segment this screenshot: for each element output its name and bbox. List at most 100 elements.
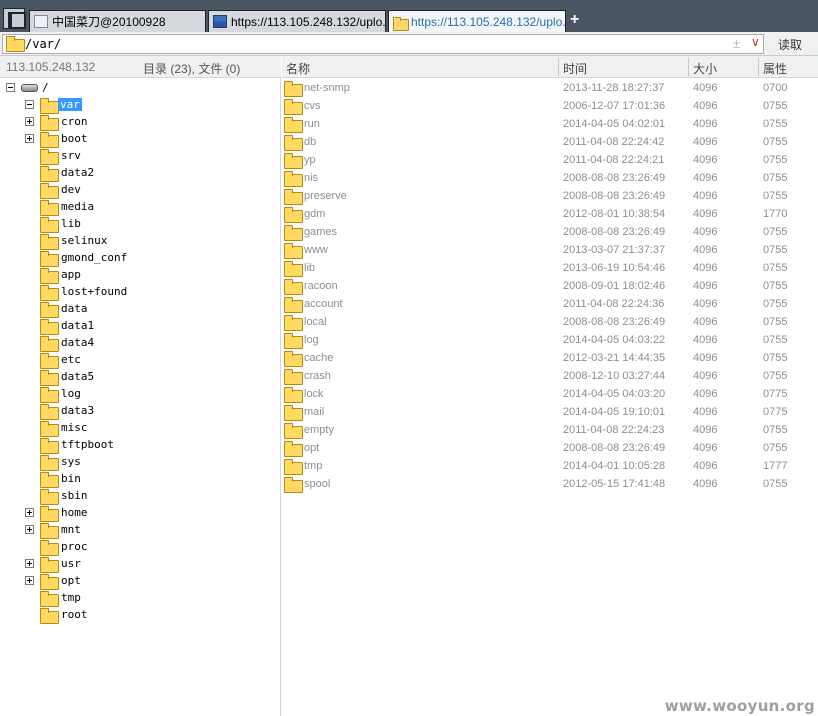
tree-item[interactable]: proc — [0, 539, 281, 556]
column-attr[interactable]: 属性 — [763, 60, 787, 77]
plus-minus-icon[interactable]: ± — [733, 36, 740, 51]
cell-name: yp — [304, 154, 316, 166]
cell-size: 4096 — [693, 226, 718, 238]
tree-item[interactable]: boot — [0, 131, 281, 148]
tree-item[interactable]: media — [0, 199, 281, 216]
expand-icon[interactable] — [25, 117, 34, 126]
tree-root[interactable]: / — [0, 80, 281, 97]
table-row[interactable]: games 2008-08-08 23:26:49 4096 0755 — [282, 224, 818, 242]
tree-item[interactable]: data2 — [0, 165, 281, 182]
tree-item[interactable]: misc — [0, 420, 281, 437]
expand-icon[interactable] — [25, 576, 34, 585]
cell-name: local — [304, 316, 327, 328]
table-row[interactable]: preserve 2008-08-08 23:26:49 4096 0755 — [282, 188, 818, 206]
column-divider[interactable] — [688, 58, 689, 76]
folder-icon — [393, 16, 409, 31]
table-row[interactable]: cache 2012-03-21 14:44:35 4096 0755 — [282, 350, 818, 368]
table-row[interactable]: account 2011-04-08 22:24:36 4096 0755 — [282, 296, 818, 314]
table-row[interactable]: local 2008-08-08 23:26:49 4096 0755 — [282, 314, 818, 332]
cell-size: 4096 — [693, 100, 718, 112]
tree-item[interactable]: home — [0, 505, 281, 522]
tree-item[interactable]: data5 — [0, 369, 281, 386]
table-row[interactable]: lib 2013-06-19 10:54:46 4096 0755 — [282, 260, 818, 278]
new-tab-button[interactable]: + — [570, 11, 579, 29]
tree-item[interactable]: var — [0, 97, 281, 114]
expand-icon[interactable] — [25, 559, 34, 568]
table-row[interactable]: yp 2011-04-08 22:24:21 4096 0755 — [282, 152, 818, 170]
table-row[interactable]: mail 2014-04-05 19:10:01 4096 0775 — [282, 404, 818, 422]
tree-item[interactable]: tftpboot — [0, 437, 281, 454]
table-row[interactable]: cvs 2006-12-07 17:01:36 4096 0755 — [282, 98, 818, 116]
tab-url-1[interactable]: https://113.105.248.132/uplo... — [208, 10, 386, 32]
table-row[interactable]: lock 2014-04-05 04:03:20 4096 0775 — [282, 386, 818, 404]
folder-icon — [40, 591, 59, 607]
folder-icon — [284, 171, 303, 187]
read-button[interactable]: 读取 — [778, 36, 802, 53]
tree-item[interactable]: sys — [0, 454, 281, 471]
table-row[interactable]: log 2014-04-05 04:03:22 4096 0755 — [282, 332, 818, 350]
column-time[interactable]: 时间 — [563, 60, 587, 77]
tree-item[interactable]: data1 — [0, 318, 281, 335]
expand-icon[interactable] — [25, 525, 34, 534]
folder-icon — [284, 279, 303, 295]
tree-item[interactable]: bin — [0, 471, 281, 488]
tree-item[interactable]: dev — [0, 182, 281, 199]
tree-item[interactable]: gmond_conf — [0, 250, 281, 267]
flag-icon — [213, 15, 227, 28]
cell-time: 2014-04-01 10:05:28 — [563, 460, 666, 472]
table-row[interactable]: crash 2008-12-10 03:27:44 4096 0755 — [282, 368, 818, 386]
table-row[interactable]: racoon 2008-09-01 18:02:46 4096 0755 — [282, 278, 818, 296]
tree-item[interactable]: mnt — [0, 522, 281, 539]
tab-url-2-active[interactable]: https://113.105.248.132/uplo... — [388, 10, 566, 33]
tree-item[interactable]: etc — [0, 352, 281, 369]
cell-time: 2008-08-08 23:26:49 — [563, 316, 666, 328]
chevron-down-icon[interactable]: ∨ — [751, 35, 760, 49]
tree-item[interactable]: usr — [0, 556, 281, 573]
collapse-icon[interactable] — [6, 83, 15, 92]
table-row[interactable]: run 2014-04-05 04:02:01 4096 0755 — [282, 116, 818, 134]
tree-item[interactable]: opt — [0, 573, 281, 590]
tree-item[interactable]: tmp — [0, 590, 281, 607]
column-divider[interactable] — [558, 58, 559, 76]
tree-item[interactable]: sbin — [0, 488, 281, 505]
folder-icon — [40, 608, 59, 624]
table-row[interactable]: empty 2011-04-08 22:24:23 4096 0755 — [282, 422, 818, 440]
tree-item[interactable]: app — [0, 267, 281, 284]
cell-name: nis — [304, 172, 319, 184]
table-row[interactable]: spool 2012-05-15 17:41:48 4096 0755 — [282, 476, 818, 494]
tab-chopper-home[interactable]: 中国菜刀@20100928 — [29, 10, 206, 32]
tree-item[interactable]: lib — [0, 216, 281, 233]
tree-item[interactable]: log — [0, 386, 281, 403]
folder-icon — [284, 261, 303, 277]
tree-item[interactable]: root — [0, 607, 281, 624]
tree-item[interactable]: cron — [0, 114, 281, 131]
app-menu-icon[interactable] — [3, 8, 26, 29]
cell-name: run — [304, 118, 320, 130]
tree-item[interactable]: srv — [0, 148, 281, 165]
table-row[interactable]: tmp 2014-04-01 10:05:28 4096 1777 — [282, 458, 818, 476]
cell-name: tmp — [304, 460, 323, 472]
column-name[interactable]: 名称 — [286, 60, 310, 77]
tree-item[interactable]: data — [0, 301, 281, 318]
table-row[interactable]: nis 2008-08-08 23:26:49 4096 0755 — [282, 170, 818, 188]
column-divider[interactable] — [758, 58, 759, 76]
tree-item[interactable]: lost+found — [0, 284, 281, 301]
collapse-icon[interactable] — [25, 100, 34, 109]
expand-icon[interactable] — [25, 508, 34, 517]
cell-attr: 0755 — [763, 316, 788, 328]
column-size[interactable]: 大小 — [693, 60, 717, 77]
tree-item[interactable]: data4 — [0, 335, 281, 352]
tree-item[interactable]: data3 — [0, 403, 281, 420]
table-row[interactable]: www 2013-03-07 21:37:37 4096 0755 — [282, 242, 818, 260]
table-row[interactable]: opt 2008-08-08 23:26:49 4096 0755 — [282, 440, 818, 458]
file-list-pane: 名称 时间 大小 属性 net-snmp 2013-11-28 18:27:37 4… — [282, 56, 818, 716]
table-row[interactable]: gdm 2012-08-01 10:38:54 4096 1770 — [282, 206, 818, 224]
table-row[interactable]: net-snmp 2013-11-28 18:27:37 4096 0700 — [282, 80, 818, 98]
cell-time: 2012-03-21 14:44:35 — [563, 352, 666, 364]
folder-icon — [284, 333, 303, 349]
tree-item-label: sys — [61, 455, 81, 468]
path-input[interactable]: /var/ ± ∨ — [2, 34, 764, 54]
table-row[interactable]: db 2011-04-08 22:24:42 4096 0755 — [282, 134, 818, 152]
expand-icon[interactable] — [25, 134, 34, 143]
tree-item[interactable]: selinux — [0, 233, 281, 250]
